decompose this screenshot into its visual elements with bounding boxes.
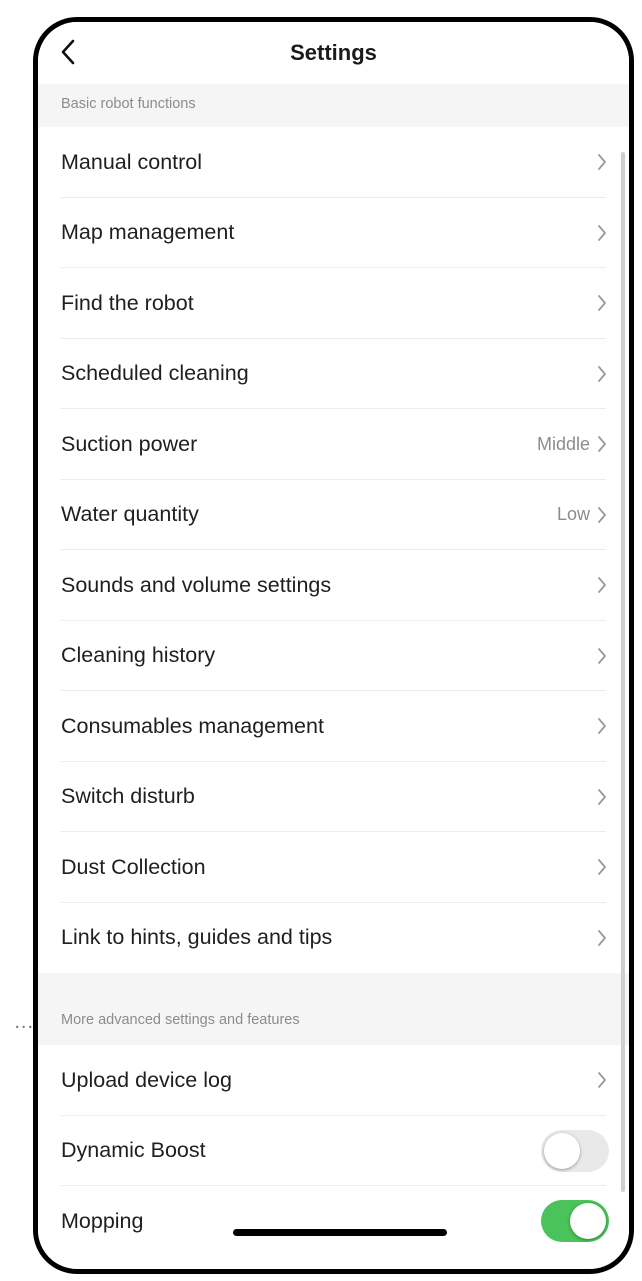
setting-value: Low xyxy=(556,504,590,525)
section-header-basic: Basic robot functions xyxy=(38,84,629,127)
chevron-right-icon xyxy=(598,788,606,805)
setting-label: Cleaning history xyxy=(61,643,216,668)
setting-row-map-management[interactable]: Map management xyxy=(38,197,629,268)
setting-row-find-robot[interactable]: Find the robot xyxy=(38,268,629,339)
chevron-right-icon xyxy=(598,154,606,171)
page-title: Settings xyxy=(290,40,377,65)
setting-row-consumables[interactable]: Consumables management xyxy=(38,691,629,762)
chevron-right-icon xyxy=(598,647,606,664)
chevron-right-icon xyxy=(598,718,606,735)
chevron-right-icon xyxy=(598,224,606,241)
setting-row-upload-log[interactable]: Upload device log xyxy=(38,1045,629,1116)
chevron-right-icon xyxy=(598,1072,606,1089)
setting-label: Manual control xyxy=(61,149,203,174)
overflow-ellipsis: ... xyxy=(14,1011,34,1033)
setting-label: Scheduled cleaning xyxy=(61,361,249,386)
navigation-bar: Settings xyxy=(38,22,629,84)
basic-functions-list: Manual control Map management Find the r… xyxy=(38,127,629,973)
setting-row-hints-guides[interactable]: Link to hints, guides and tips xyxy=(38,902,629,973)
setting-row-manual-control[interactable]: Manual control xyxy=(38,127,629,198)
setting-label: Suction power xyxy=(61,431,198,456)
setting-label: Sounds and volume settings xyxy=(61,572,332,597)
dynamic-boost-toggle[interactable] xyxy=(541,1129,609,1172)
setting-row-dust-collection[interactable]: Dust Collection xyxy=(38,832,629,903)
setting-label: Dynamic Boost xyxy=(61,1138,206,1163)
setting-label: Consumables management xyxy=(61,713,324,738)
chevron-right-icon xyxy=(598,859,606,876)
setting-row-switch-disturb[interactable]: Switch disturb xyxy=(38,761,629,832)
setting-label: Map management xyxy=(61,220,235,245)
home-indicator[interactable] xyxy=(233,1229,447,1236)
setting-label: Link to hints, guides and tips xyxy=(61,925,333,950)
chevron-right-icon xyxy=(598,506,606,523)
phone-frame: Settings Basic robot functions Manual co… xyxy=(33,17,634,1274)
chevron-right-icon xyxy=(598,295,606,312)
mopping-toggle[interactable] xyxy=(541,1200,609,1243)
setting-row-water-quantity[interactable]: Water quantity Low xyxy=(38,479,629,550)
setting-value: Middle xyxy=(536,433,590,454)
setting-label: Dust Collection xyxy=(61,854,206,879)
setting-row-sounds-volume[interactable]: Sounds and volume settings xyxy=(38,550,629,621)
setting-row-dynamic-boost: Dynamic Boost xyxy=(38,1115,629,1186)
setting-row-mopping: Mopping xyxy=(38,1186,629,1257)
scrollbar[interactable] xyxy=(621,152,625,1192)
chevron-right-icon xyxy=(598,929,606,946)
setting-label: Water quantity xyxy=(61,502,199,527)
setting-label: Upload device log xyxy=(61,1067,232,1092)
toggle-knob xyxy=(544,1132,580,1169)
advanced-settings-list: Upload device log Dynamic Boost Mopping xyxy=(38,1045,629,1257)
chevron-right-icon xyxy=(598,436,606,453)
toggle-knob xyxy=(570,1203,606,1240)
setting-label: Mopping xyxy=(61,1208,144,1233)
section-header-advanced: More advanced settings and features xyxy=(38,973,629,1045)
chevron-right-icon xyxy=(598,577,606,594)
setting-label: Switch disturb xyxy=(61,784,195,809)
setting-row-cleaning-history[interactable]: Cleaning history xyxy=(38,620,629,691)
setting-row-suction-power[interactable]: Suction power Middle xyxy=(38,409,629,480)
setting-row-scheduled-cleaning[interactable]: Scheduled cleaning xyxy=(38,338,629,409)
setting-label: Find the robot xyxy=(61,290,194,315)
chevron-right-icon xyxy=(598,365,606,382)
